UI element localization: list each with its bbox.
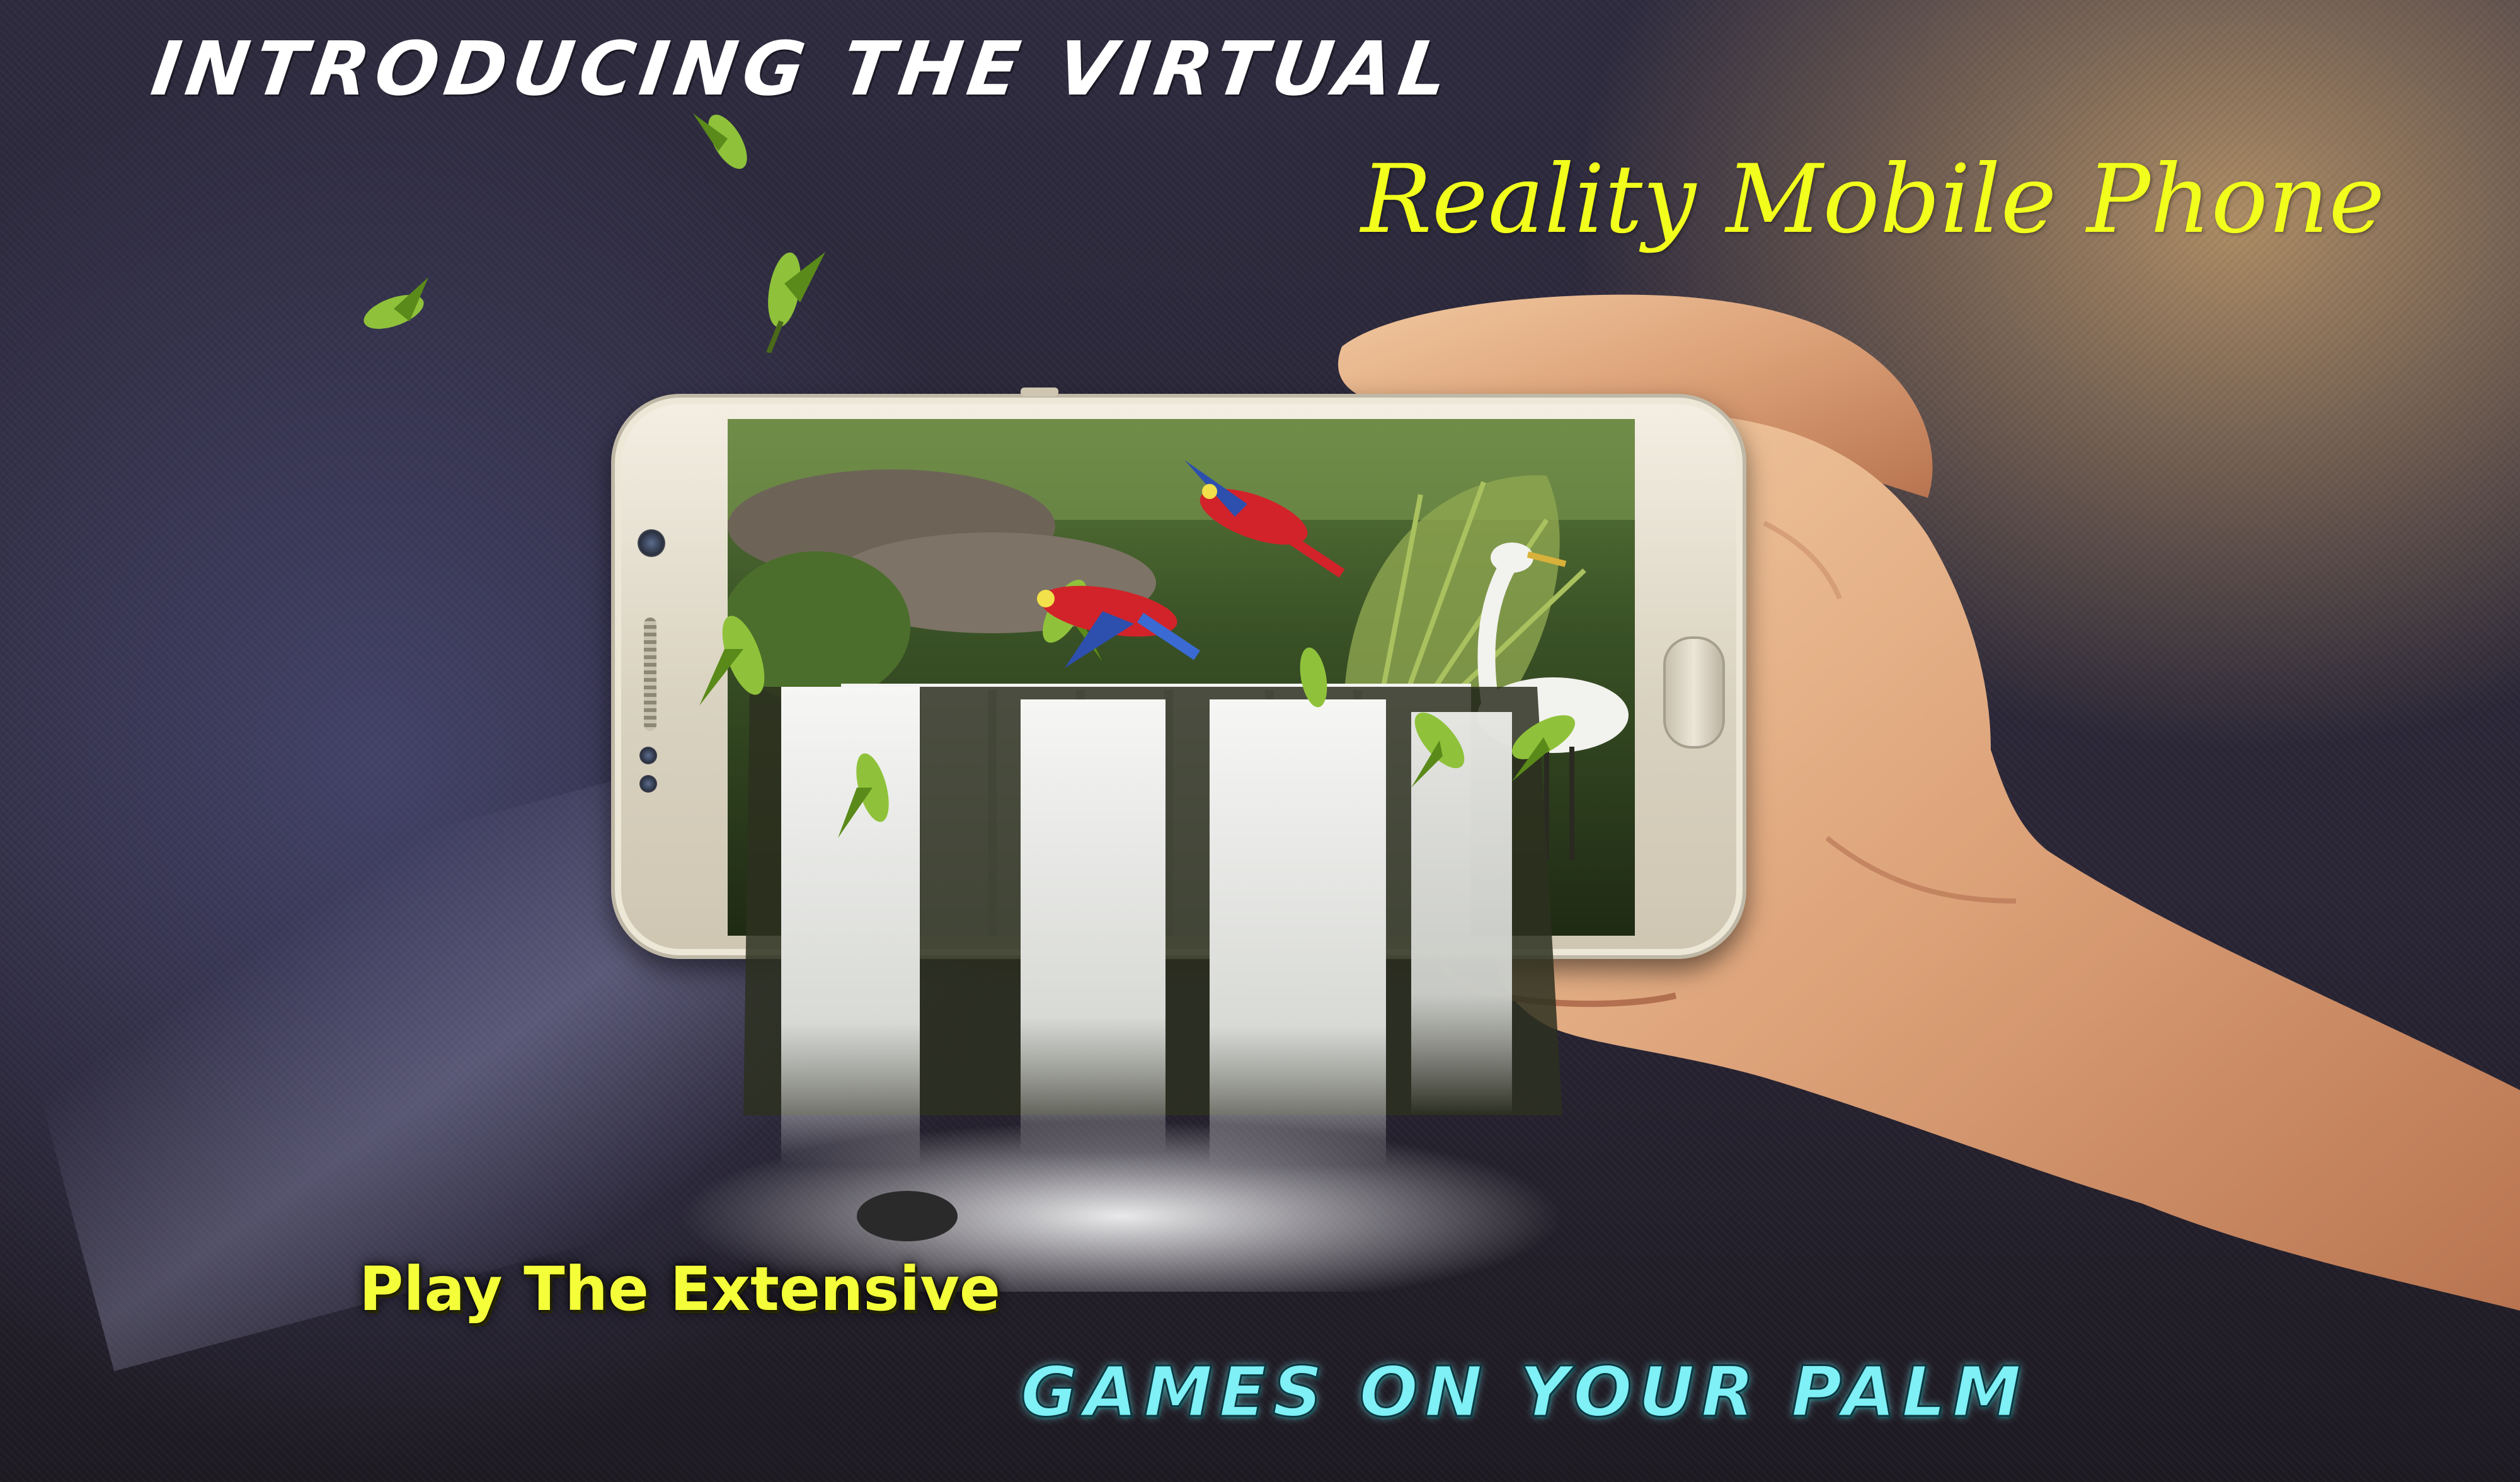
home-button [1663, 636, 1725, 749]
parrot-icon [1411, 712, 1465, 788]
headline: INTRODUCING THE VIRTUAL [146, 25, 1460, 112]
phone-top-edge [1021, 388, 1058, 396]
front-camera [638, 529, 665, 557]
parrot-icon [699, 616, 765, 706]
phone-speaker [644, 618, 656, 731]
sensor-dot [639, 747, 657, 764]
subheadline: Reality Mobile Phone [1361, 145, 2385, 255]
parrot-icon [364, 277, 428, 329]
parrot-icon [1300, 647, 1327, 708]
sensor-dot [639, 775, 657, 793]
parrot-icon [766, 252, 825, 353]
parrot-icon [838, 753, 889, 838]
parrot-icon [1512, 715, 1575, 781]
tagline-primary: Play The Extensive [359, 1254, 1001, 1324]
tagline-secondary: GAMES ON YOUR PALM [1020, 1351, 2028, 1433]
macaw-icon [1037, 585, 1200, 668]
